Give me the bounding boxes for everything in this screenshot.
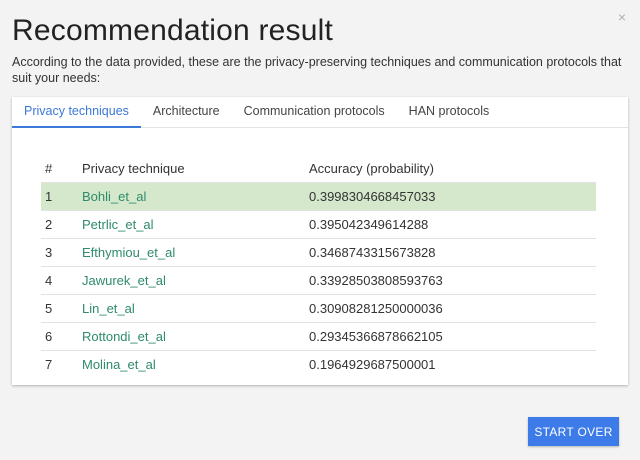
tab-bar: Privacy techniques Architecture Communic…: [12, 97, 628, 128]
row-technique-cell: Bohli_et_al: [82, 182, 309, 211]
tab-communication-protocols[interactable]: Communication protocols: [232, 97, 397, 127]
row-accuracy: 0.30908281250000036: [309, 294, 596, 323]
tab-privacy-techniques[interactable]: Privacy techniques: [12, 97, 141, 128]
row-accuracy: 0.29345366878662105: [309, 322, 596, 351]
header-accuracy: Accuracy (probability): [309, 161, 434, 176]
table-row: 1 Bohli_et_al 0.3998304668457033: [41, 182, 596, 211]
row-technique-cell: Lin_et_al: [82, 294, 309, 323]
page-subtitle: According to the data provided, these ar…: [12, 55, 622, 85]
table-header-row: # Privacy technique Accuracy (probabilit…: [41, 155, 596, 183]
results-card: Privacy techniques Architecture Communic…: [12, 97, 628, 385]
row-number: 4: [41, 266, 82, 295]
start-over-button[interactable]: START OVER: [528, 417, 619, 446]
technique-link[interactable]: Jawurek_et_al: [82, 273, 166, 288]
technique-link[interactable]: Bohli_et_al: [82, 189, 146, 204]
row-number: 7: [41, 350, 82, 378]
technique-link[interactable]: Lin_et_al: [82, 301, 135, 316]
row-technique-cell: Efthymiou_et_al: [82, 238, 309, 267]
row-number: 3: [41, 238, 82, 267]
row-accuracy: 0.33928503808593763: [309, 266, 596, 295]
table-row: 6 Rottondi_et_al 0.29345366878662105: [41, 322, 596, 351]
row-technique-cell: Molina_et_al: [82, 350, 309, 378]
row-number: 6: [41, 322, 82, 351]
technique-link[interactable]: Rottondi_et_al: [82, 329, 166, 344]
technique-link[interactable]: Molina_et_al: [82, 357, 156, 372]
row-technique-cell: Rottondi_et_al: [82, 322, 309, 351]
table-row: 2 Petrlic_et_al 0.395042349614288: [41, 210, 596, 239]
technique-link[interactable]: Efthymiou_et_al: [82, 245, 175, 260]
row-accuracy: 0.3998304668457033: [309, 182, 596, 211]
table-row: 5 Lin_et_al 0.30908281250000036: [41, 294, 596, 323]
row-technique-cell: Petrlic_et_al: [82, 210, 309, 239]
table-row: 4 Jawurek_et_al 0.33928503808593763: [41, 266, 596, 295]
row-number: 5: [41, 294, 82, 323]
row-number: 2: [41, 210, 82, 239]
results-table: # Privacy technique Accuracy (probabilit…: [41, 155, 596, 378]
header-number: #: [45, 161, 53, 176]
table-row: 7 Molina_et_al 0.1964929687500001: [41, 350, 596, 378]
close-icon[interactable]: ×: [618, 10, 626, 24]
row-accuracy: 0.395042349614288: [309, 210, 596, 239]
table-row: 3 Efthymiou_et_al 0.3468743315673828: [41, 238, 596, 267]
page-title: Recommendation result: [12, 14, 334, 47]
row-number: 1: [41, 182, 82, 211]
tab-han-protocols[interactable]: HAN protocols: [397, 97, 502, 127]
row-technique-cell: Jawurek_et_al: [82, 266, 309, 295]
recommendation-dialog: × Recommendation result According to the…: [0, 0, 640, 460]
header-privacy-technique: Privacy technique: [82, 161, 185, 176]
row-accuracy: 0.3468743315673828: [309, 238, 596, 267]
row-accuracy: 0.1964929687500001: [309, 350, 596, 378]
technique-link[interactable]: Petrlic_et_al: [82, 217, 154, 232]
tab-architecture[interactable]: Architecture: [141, 97, 232, 127]
